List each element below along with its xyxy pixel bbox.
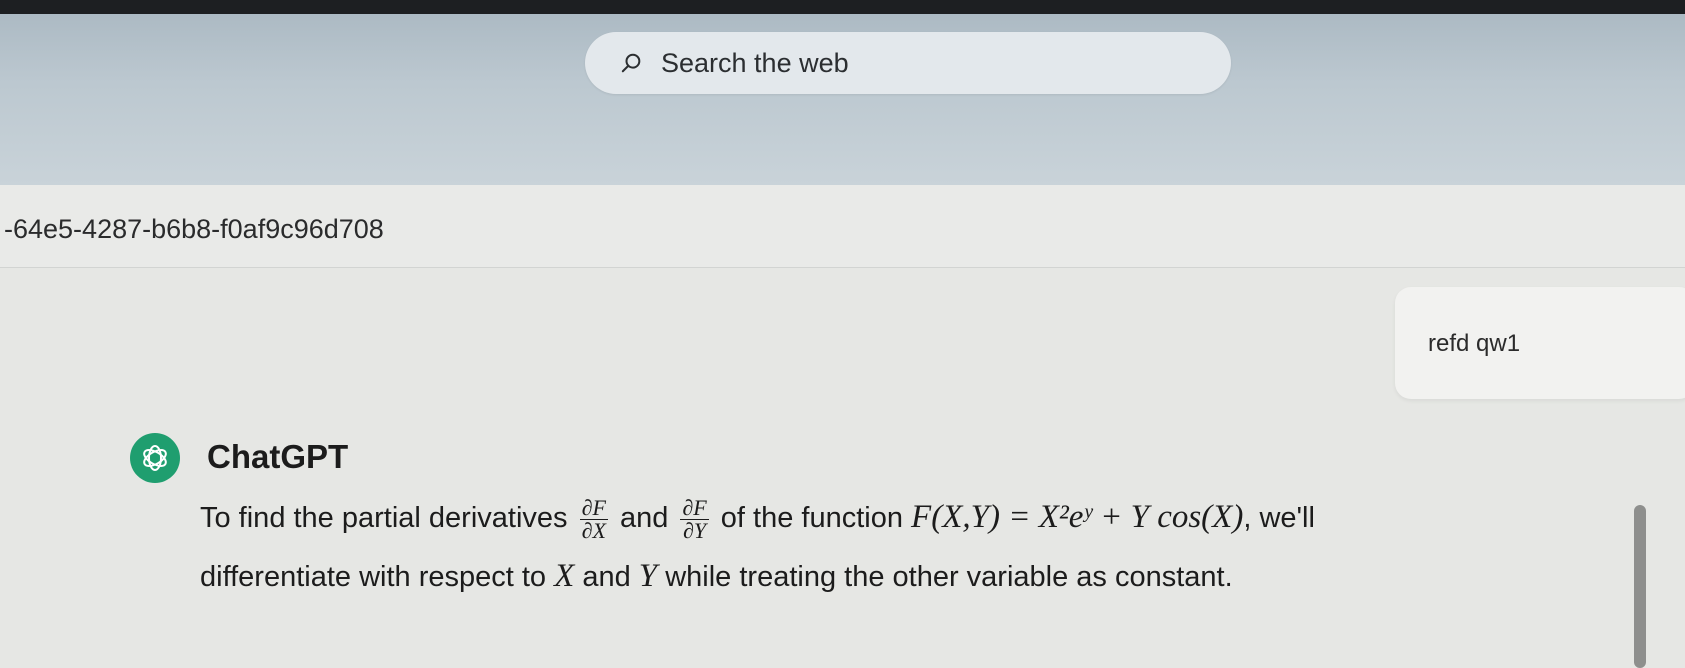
user-message-text: refd qw1: [1428, 330, 1521, 357]
variable-y: Y: [638, 558, 658, 594]
partial-fraction-x: ∂F ∂X: [579, 494, 608, 543]
search-bar[interactable]: Search the web: [585, 32, 1231, 94]
openai-logo-icon: [143, 445, 167, 471]
message-text: differentiate with respect to: [200, 561, 547, 593]
function-expression: F(X,Y) = X²eʸ + Y cos(X): [911, 499, 1244, 535]
message-text: To find the partial derivatives: [200, 502, 568, 534]
variable-x: X: [554, 558, 575, 594]
chatgpt-logo-icon: [130, 433, 180, 483]
message-text: of the function: [720, 502, 903, 534]
search-placeholder: Search the web: [661, 47, 849, 78]
assistant-name: ChatGPT: [207, 438, 349, 475]
scrollbar[interactable]: [1634, 505, 1646, 668]
url-text[interactable]: -64e5-4287-b6b8-f0af9c96d708: [4, 214, 384, 245]
screen-top-edge: [0, 0, 1685, 14]
message-text: and: [619, 502, 669, 534]
assistant-message: To find the partial derivatives ∂F ∂X an…: [200, 488, 1640, 606]
message-text: , we'll: [1243, 502, 1315, 534]
message-text: and: [582, 561, 631, 593]
search-icon: [621, 53, 641, 73]
partial-fraction-y: ∂F ∂Y: [680, 494, 709, 543]
message-text: while treating the other variable as con…: [665, 561, 1233, 593]
